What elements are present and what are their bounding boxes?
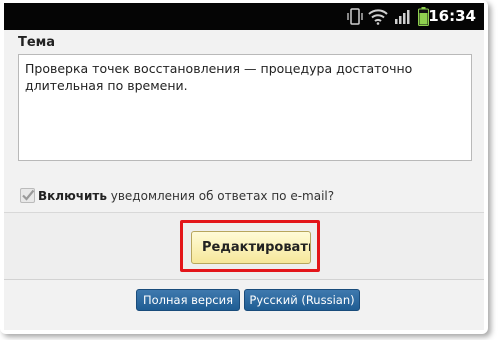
language-button[interactable]: Русский (Russian) bbox=[244, 289, 360, 311]
notify-option: Включить уведомления об ответах по e-mai… bbox=[20, 188, 334, 203]
status-time: 16:34 bbox=[428, 7, 476, 25]
divider bbox=[4, 279, 484, 280]
topic-label: Тема bbox=[18, 35, 56, 50]
full-version-button[interactable]: Полная версия bbox=[136, 289, 240, 311]
signal-icon bbox=[394, 8, 410, 29]
screenshot-frame: 16:34 Тема Проверка точек восстановления… bbox=[0, 0, 488, 334]
notify-label-text: уведомления об ответах по e-mail? bbox=[106, 189, 335, 203]
topic-textarea[interactable]: Проверка точек восстановления — процедур… bbox=[18, 54, 472, 161]
notify-label-bold: Включить bbox=[38, 189, 107, 203]
wifi-icon bbox=[368, 8, 388, 29]
status-bar: 16:34 bbox=[4, 3, 484, 30]
notify-checkbox[interactable] bbox=[20, 188, 35, 203]
checkmark-icon bbox=[22, 189, 35, 201]
reply-form: Тема Проверка точек восстановления — про… bbox=[4, 30, 484, 330]
edit-button-area: Редактировать bbox=[4, 213, 484, 279]
vibrate-icon bbox=[347, 8, 363, 29]
highlight-box: Редактировать bbox=[180, 220, 320, 272]
edit-button[interactable]: Редактировать bbox=[191, 231, 311, 264]
